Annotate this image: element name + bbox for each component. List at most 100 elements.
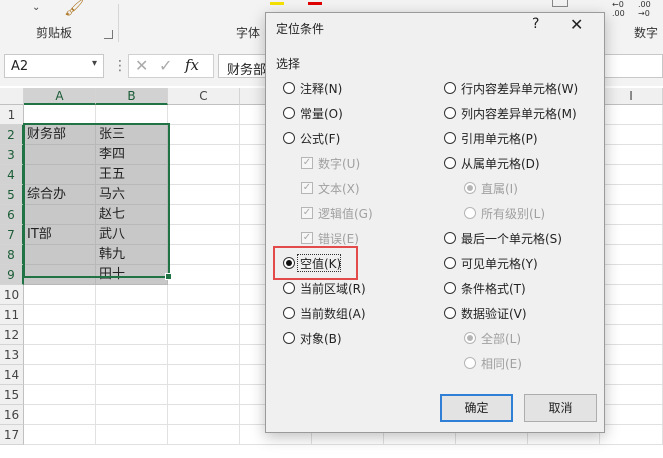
row-header[interactable]: 16 — [0, 405, 24, 425]
cell[interactable] — [600, 205, 663, 225]
font-color-bar[interactable] — [308, 2, 322, 5]
cell[interactable] — [600, 125, 663, 145]
cell[interactable] — [600, 145, 663, 165]
radio-button[interactable] — [444, 132, 456, 144]
radio-button[interactable] — [444, 232, 456, 244]
radio-button[interactable] — [444, 82, 456, 94]
cell[interactable] — [600, 285, 663, 305]
column-header[interactable]: I — [600, 88, 663, 105]
radio-button[interactable] — [444, 157, 456, 169]
radio-button[interactable] — [283, 307, 295, 319]
more-icon[interactable]: ⋮ — [113, 58, 127, 74]
cell[interactable]: 张三 — [96, 125, 168, 145]
cell[interactable]: 李四 — [96, 145, 168, 165]
cell[interactable] — [168, 265, 240, 285]
highlight-color-bar[interactable] — [270, 2, 284, 5]
help-icon[interactable]: ? — [532, 16, 539, 32]
row-header[interactable]: 14 — [0, 365, 24, 385]
cell[interactable] — [24, 205, 96, 225]
cancel-icon[interactable]: ✕ — [135, 56, 148, 75]
cell[interactable] — [96, 325, 168, 345]
radio-button[interactable] — [444, 107, 456, 119]
radio-button[interactable] — [283, 82, 295, 94]
cell[interactable] — [168, 305, 240, 325]
cell[interactable] — [600, 425, 663, 445]
fill-handle[interactable] — [165, 273, 172, 280]
row-header[interactable]: 4 — [0, 165, 24, 185]
cell[interactable] — [96, 365, 168, 385]
cell[interactable] — [24, 425, 96, 445]
decrease-decimal-icon[interactable]: ←0.00 — [612, 0, 625, 18]
enter-icon[interactable]: ✓ — [159, 56, 172, 75]
cell[interactable] — [96, 105, 168, 125]
row-header[interactable]: 5 — [0, 185, 24, 205]
cell[interactable] — [600, 365, 663, 385]
cell[interactable] — [600, 325, 663, 345]
cell[interactable] — [600, 405, 663, 425]
cell[interactable] — [168, 165, 240, 185]
format-painter-icon[interactable]: 🖌 — [64, 0, 84, 17]
cell[interactable] — [600, 305, 663, 325]
increase-decimal-icon[interactable]: .00 →0 — [638, 0, 651, 18]
cell[interactable] — [168, 405, 240, 425]
cell[interactable] — [24, 145, 96, 165]
row-header[interactable]: 1 — [0, 105, 24, 125]
cell[interactable] — [600, 105, 663, 125]
cell[interactable] — [96, 285, 168, 305]
cell[interactable] — [600, 265, 663, 285]
cell[interactable] — [600, 385, 663, 405]
cell[interactable] — [168, 105, 240, 125]
row-header[interactable]: 13 — [0, 345, 24, 365]
name-box[interactable]: A2 ▾ — [4, 54, 104, 78]
cell[interactable] — [24, 285, 96, 305]
column-header[interactable]: B — [96, 88, 168, 105]
cell[interactable] — [168, 425, 240, 445]
radio-button[interactable] — [283, 332, 295, 344]
cell[interactable] — [24, 325, 96, 345]
cell[interactable] — [24, 165, 96, 185]
row-header[interactable]: 17 — [0, 425, 24, 445]
cell[interactable] — [600, 165, 663, 185]
row-header[interactable]: 3 — [0, 145, 24, 165]
cell[interactable] — [24, 105, 96, 125]
cell[interactable] — [168, 385, 240, 405]
radio-button[interactable] — [283, 107, 295, 119]
cell[interactable] — [96, 305, 168, 325]
cell[interactable] — [168, 205, 240, 225]
row-header[interactable]: 6 — [0, 205, 24, 225]
row-header[interactable]: 12 — [0, 325, 24, 345]
row-header[interactable]: 9 — [0, 265, 24, 285]
radio-button[interactable] — [283, 132, 295, 144]
cell[interactable] — [168, 125, 240, 145]
clipboard-launcher-icon[interactable] — [104, 30, 113, 39]
cell[interactable]: IT部 — [24, 225, 96, 245]
cell[interactable] — [24, 265, 96, 285]
cell[interactable] — [168, 145, 240, 165]
row-header[interactable]: 15 — [0, 385, 24, 405]
cell[interactable]: 王五 — [96, 165, 168, 185]
cell[interactable] — [168, 325, 240, 345]
ok-button[interactable]: 确定 — [440, 394, 513, 422]
cell[interactable] — [168, 365, 240, 385]
select-all-corner[interactable] — [0, 88, 24, 105]
row-header[interactable]: 2 — [0, 125, 24, 145]
cell[interactable]: 韩九 — [96, 245, 168, 265]
cell[interactable] — [96, 405, 168, 425]
radio-button[interactable] — [283, 282, 295, 294]
row-header[interactable]: 10 — [0, 285, 24, 305]
cell[interactable] — [24, 305, 96, 325]
chevron-down-icon[interactable]: ▾ — [92, 58, 97, 69]
column-header[interactable]: C — [168, 88, 240, 105]
insert-function-icon[interactable]: fx — [185, 56, 199, 74]
cell[interactable] — [24, 365, 96, 385]
cell[interactable] — [24, 245, 96, 265]
cell[interactable] — [168, 245, 240, 265]
cell[interactable]: 财务部 — [24, 125, 96, 145]
cell[interactable] — [96, 385, 168, 405]
cell[interactable]: 田十 — [96, 265, 168, 285]
close-icon[interactable]: ✕ — [570, 15, 583, 34]
dropdown-arrow-icon[interactable]: ⌄ — [32, 2, 40, 13]
cell[interactable] — [600, 225, 663, 245]
cell[interactable]: 综合办 — [24, 185, 96, 205]
cell[interactable] — [168, 225, 240, 245]
